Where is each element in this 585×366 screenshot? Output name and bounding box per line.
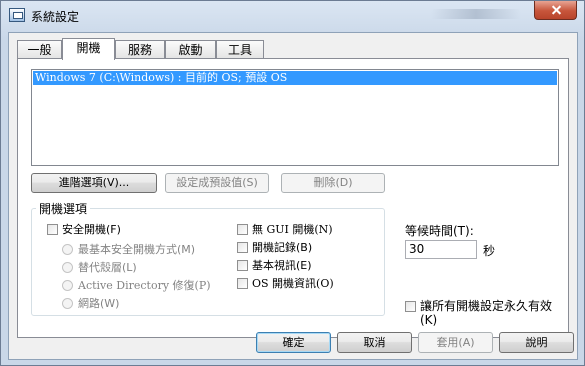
cancel-button[interactable]: 取消 [337, 332, 412, 353]
msconfig-app-icon [9, 8, 25, 22]
base-video-checkbox[interactable]: 基本視訊(E) [237, 257, 312, 273]
boot-log-label: 開機記錄(B) [252, 241, 313, 254]
ad-repair-radio-circle[interactable] [62, 279, 73, 291]
apply-button[interactable]: 套用(A) [418, 332, 493, 353]
safe-boot-box[interactable] [47, 223, 58, 235]
system-configuration-window: 系統設定 一般 開機 服務 啟動 工具 Windows 7 (C:\Window… [0, 0, 585, 366]
make-permanent-checkbox[interactable]: 讓所有開機設定永久有效 (K) [405, 299, 552, 327]
os-boot-info-checkbox[interactable]: OS 開機資訊(O) [237, 275, 334, 291]
boot-tab-panel: Windows 7 (C:\Windows) : 目前的 OS; 預設 OS 進… [17, 58, 569, 338]
safe-boot-checkbox[interactable]: 安全開機(F) [47, 221, 121, 237]
make-permanent-label-line1: 讓所有開機設定永久有效 [420, 299, 553, 313]
make-permanent-label: 讓所有開機設定永久有效 (K) [420, 299, 552, 327]
no-gui-boot-box[interactable] [237, 223, 248, 235]
safe-boot-label: 安全開機(F) [62, 223, 121, 236]
set-as-default-button[interactable]: 設定成預設值(S) [165, 173, 269, 193]
title-bar[interactable]: 系統設定 [1, 1, 584, 31]
help-button[interactable]: 說明 [499, 332, 574, 353]
base-video-label: 基本視訊(E) [252, 259, 312, 272]
os-boot-info-box[interactable] [237, 277, 248, 289]
boot-entries-list[interactable]: Windows 7 (C:\Windows) : 目前的 OS; 預設 OS [31, 69, 559, 166]
make-permanent-label-line2: (K) [420, 313, 438, 327]
network-radio[interactable]: 網路(W) [62, 295, 119, 311]
advanced-options-button[interactable]: 進階選項(V)... [31, 173, 157, 193]
boot-options-title: 開機選項 [36, 200, 91, 217]
alternate-shell-radio-circle[interactable] [62, 261, 73, 273]
network-radio-circle[interactable] [62, 297, 73, 309]
dialog-client-area: 一般 開機 服務 啟動 工具 Windows 7 (C:\Windows) : … [8, 32, 578, 360]
timeout-input[interactable]: 30 [405, 240, 477, 259]
ad-repair-radio-label: Active Directory 修復(P) [78, 279, 211, 292]
boot-entry-selected[interactable]: Windows 7 (C:\Windows) : 目前的 OS; 預設 OS [33, 71, 557, 85]
minimal-radio[interactable]: 最基本安全開機方式(M) [62, 241, 195, 257]
no-gui-boot-label: 無 GUI 開機(N) [252, 223, 333, 236]
boot-log-box[interactable] [237, 241, 248, 253]
base-video-box[interactable] [237, 259, 248, 271]
os-boot-info-label: OS 開機資訊(O) [252, 277, 334, 290]
minimal-radio-label: 最基本安全開機方式(M) [78, 243, 196, 256]
boot-log-checkbox[interactable]: 開機記錄(B) [237, 239, 312, 255]
timeout-label: 等候時間(T): [405, 224, 474, 238]
timeout-unit: 秒 [483, 244, 496, 258]
window-title: 系統設定 [31, 10, 80, 24]
network-radio-label: 網路(W) [78, 297, 120, 310]
delete-button[interactable]: 刪除(D) [281, 173, 385, 193]
title-bar-glass-highlight [431, 9, 521, 19]
close-icon[interactable] [534, 1, 577, 20]
tab-tools[interactable]: 工具 [216, 40, 264, 59]
tab-startup[interactable]: 啟動 [165, 40, 216, 59]
tab-boot[interactable]: 開機 [62, 38, 115, 60]
alternate-shell-radio[interactable]: 替代殼層(L) [62, 259, 137, 275]
make-permanent-box[interactable] [405, 301, 416, 312]
minimal-radio-circle[interactable] [62, 243, 73, 255]
ok-button[interactable]: 確定 [256, 332, 331, 353]
tab-general[interactable]: 一般 [17, 40, 62, 59]
tab-services[interactable]: 服務 [115, 40, 165, 59]
no-gui-boot-checkbox[interactable]: 無 GUI 開機(N) [237, 221, 333, 237]
alternate-shell-radio-label: 替代殼層(L) [78, 261, 137, 274]
ad-repair-radio[interactable]: Active Directory 修復(P) [62, 277, 211, 293]
